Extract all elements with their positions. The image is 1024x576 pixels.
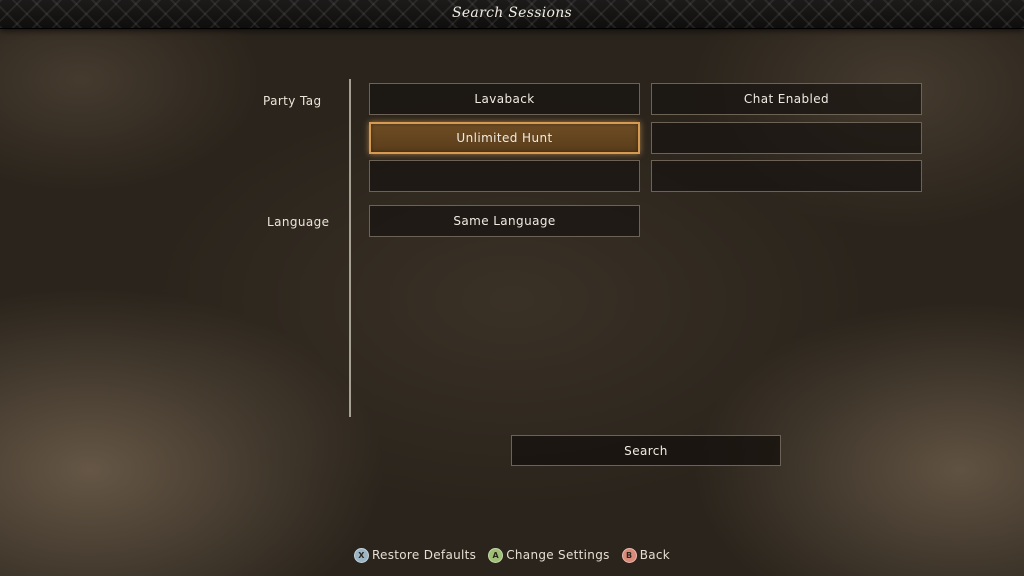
party-tag-slot-6[interactable] <box>651 160 922 192</box>
party-tag-slot-5[interactable] <box>369 160 640 192</box>
party-tag-slot-1[interactable]: Lavaback <box>369 83 640 115</box>
button-hints: X Restore Defaults A Change Settings B B… <box>0 547 1024 563</box>
party-tag-slot-2[interactable]: Chat Enabled <box>651 83 922 115</box>
language-label: Language <box>267 215 330 229</box>
screen-title: Search Sessions <box>451 5 573 21</box>
back-hint[interactable]: B Back <box>621 547 671 563</box>
section-divider <box>349 79 351 417</box>
restore-defaults-label: Restore Defaults <box>371 548 477 562</box>
party-tag-slot-4[interactable] <box>651 122 922 154</box>
change-settings-label: Change Settings <box>506 548 610 562</box>
change-settings-hint[interactable]: A Change Settings <box>488 547 610 563</box>
title-bar: Search Sessions <box>0 0 1024 29</box>
search-button[interactable]: Search <box>511 435 781 466</box>
language-select[interactable]: Same Language <box>369 205 640 237</box>
party-tag-slot-3[interactable]: Unlimited Hunt <box>369 122 640 154</box>
a-button-icon: A <box>488 547 504 563</box>
restore-defaults-hint[interactable]: X Restore Defaults <box>353 547 477 563</box>
back-label: Back <box>639 548 671 562</box>
b-button-icon: B <box>621 547 637 563</box>
party-tag-label: Party Tag <box>263 94 322 108</box>
x-button-icon: X <box>353 547 369 563</box>
